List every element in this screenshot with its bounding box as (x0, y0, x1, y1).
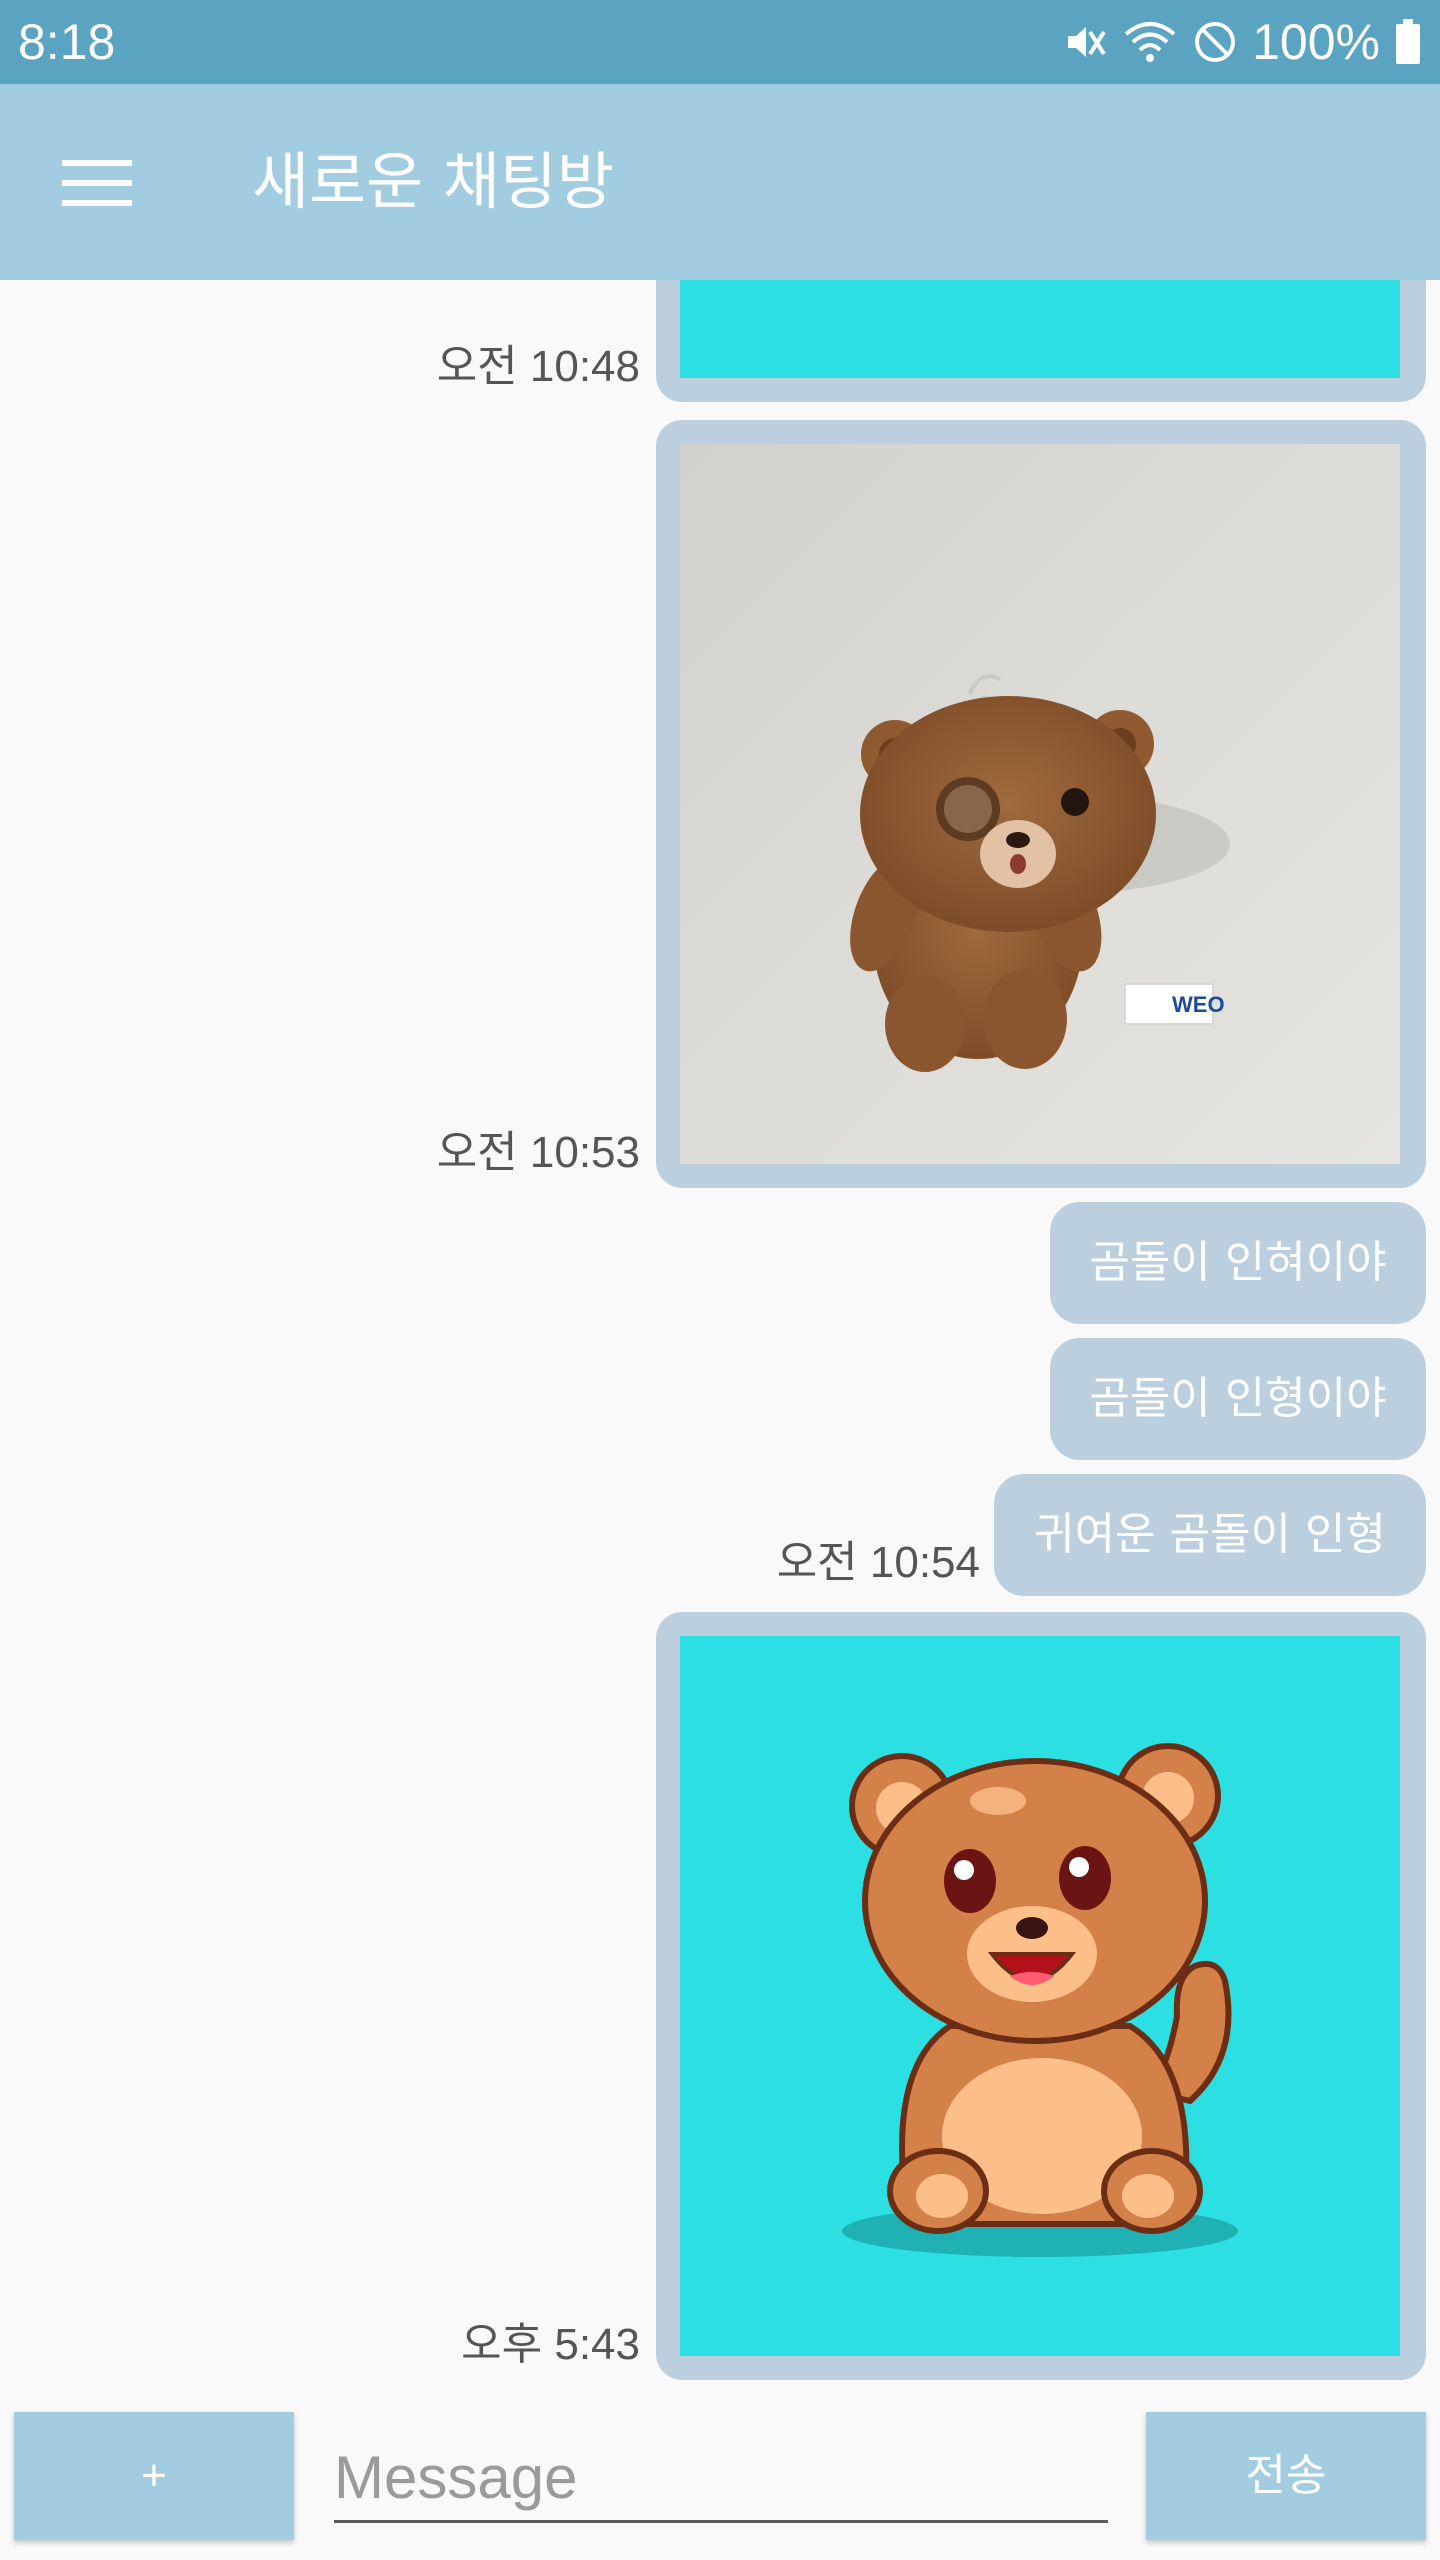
message-input[interactable] (334, 2434, 1108, 2523)
text-message-bubble[interactable]: 곰돌이 인혀이야 (1050, 1202, 1426, 1324)
mute-icon (1060, 18, 1108, 66)
send-button[interactable]: 전송 (1146, 2412, 1426, 2540)
status-time: 8:18 (18, 14, 116, 70)
teddy-bear-photo[interactable]: WEO (680, 444, 1400, 1164)
attach-button[interactable]: + (14, 2412, 294, 2540)
hamburger-menu-icon[interactable] (52, 138, 142, 228)
battery-icon (1394, 19, 1422, 65)
message-time: 오후 5:43 (461, 2320, 640, 2369)
blocked-icon (1192, 19, 1238, 65)
message-composer: + 전송 (0, 2400, 1440, 2560)
status-bar: 8:18 100% (0, 0, 1440, 84)
text-message-bubble[interactable]: 곰돌이 인형이야 (1050, 1338, 1426, 1460)
text-message-bubble[interactable]: 귀여운 곰돌이 인형 (994, 1474, 1426, 1596)
message-time: 오전 10:53 (436, 1128, 640, 1177)
chat-message-list[interactable]: 오전 10:48 WEO 오전 10:53 곰돌이 인혀이야 곰돌이 인형이야 … (0, 280, 1440, 2400)
message-time: 오전 10:48 (436, 342, 640, 391)
wifi-icon (1122, 18, 1178, 66)
tag-label: WEO (1172, 992, 1225, 1017)
message-time: 오전 10:54 (776, 1538, 980, 1587)
chat-room-title: 새로운 채팅방 (252, 145, 614, 218)
image-message-bubble[interactable] (656, 1612, 1426, 2380)
image-message-bubble[interactable] (656, 280, 1426, 402)
teal-background-image[interactable] (680, 280, 1400, 378)
app-bar: 새로운 채팅방 (0, 84, 1440, 280)
battery-percent: 100% (1252, 14, 1380, 70)
image-message-bubble[interactable]: WEO (656, 420, 1426, 1188)
cartoon-bear-illustration[interactable] (680, 1636, 1400, 2356)
status-icons: 100% (1060, 10, 1422, 74)
